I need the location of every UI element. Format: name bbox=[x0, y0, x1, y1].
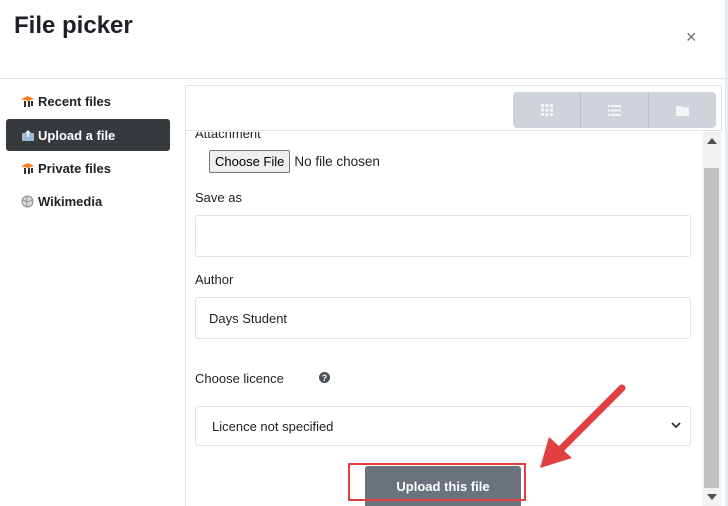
author-label: Author bbox=[195, 272, 234, 287]
view-switcher bbox=[513, 92, 716, 128]
sidebar-item-label: Upload a file bbox=[38, 127, 116, 143]
save-as-input[interactable] bbox=[195, 215, 691, 257]
save-as-label: Save as bbox=[195, 190, 242, 205]
sidebar-item-upload-a-file[interactable]: Upload a file bbox=[6, 119, 170, 151]
list-view-button[interactable] bbox=[581, 92, 649, 128]
upload-form: Attachment Choose File No file chosen Sa… bbox=[186, 132, 704, 506]
upload-panel: Attachment Choose File No file chosen Sa… bbox=[185, 85, 722, 506]
choose-file-button[interactable]: Choose File bbox=[209, 150, 291, 173]
view-toolbar bbox=[186, 85, 722, 131]
scroll-thumb[interactable] bbox=[704, 168, 719, 488]
upload-this-file-button[interactable]: Upload this file bbox=[365, 466, 521, 506]
sidebar-item-label: Recent files bbox=[38, 93, 111, 109]
close-icon[interactable]: × bbox=[686, 28, 697, 46]
folder-view-icon bbox=[676, 105, 689, 116]
sidebar-item-recent-files[interactable]: Recent files bbox=[6, 85, 170, 117]
folder-view-button[interactable] bbox=[649, 92, 716, 128]
sidebar-item-wikimedia[interactable]: Wikimedia bbox=[6, 185, 170, 217]
globe-icon bbox=[20, 194, 35, 208]
attachment-label: Attachment bbox=[195, 132, 261, 141]
grid-view-icon bbox=[540, 104, 553, 116]
file-picker-dialog: File picker × Recent files Upload a file… bbox=[0, 0, 728, 506]
licence-select[interactable]: Licence not specified bbox=[195, 406, 691, 446]
licence-selected-value: Licence not specified bbox=[212, 418, 334, 434]
repository-icon bbox=[20, 161, 35, 175]
repository-icon bbox=[20, 94, 35, 108]
list-view-icon bbox=[608, 104, 621, 116]
grid-view-button[interactable] bbox=[513, 92, 581, 128]
sidebar-item-private-files[interactable]: Private files bbox=[6, 152, 170, 184]
scroll-up-arrow-icon[interactable] bbox=[707, 138, 717, 144]
help-icon[interactable]: ? bbox=[319, 372, 330, 383]
author-input[interactable]: Days Student bbox=[195, 297, 691, 339]
file-input: Choose File No file chosen bbox=[209, 150, 380, 173]
dialog-header: File picker × bbox=[0, 0, 728, 79]
licence-label: Choose licence bbox=[195, 371, 284, 386]
sidebar-item-label: Wikimedia bbox=[38, 193, 103, 209]
form-scrollbar[interactable] bbox=[703, 132, 721, 506]
sidebar-item-label: Private files bbox=[38, 160, 111, 176]
file-status-text: No file chosen bbox=[294, 154, 380, 169]
dialog-title: File picker bbox=[14, 12, 133, 39]
scroll-down-arrow-icon[interactable] bbox=[707, 494, 717, 500]
upload-icon bbox=[20, 128, 35, 142]
chevron-down-icon bbox=[671, 422, 681, 429]
